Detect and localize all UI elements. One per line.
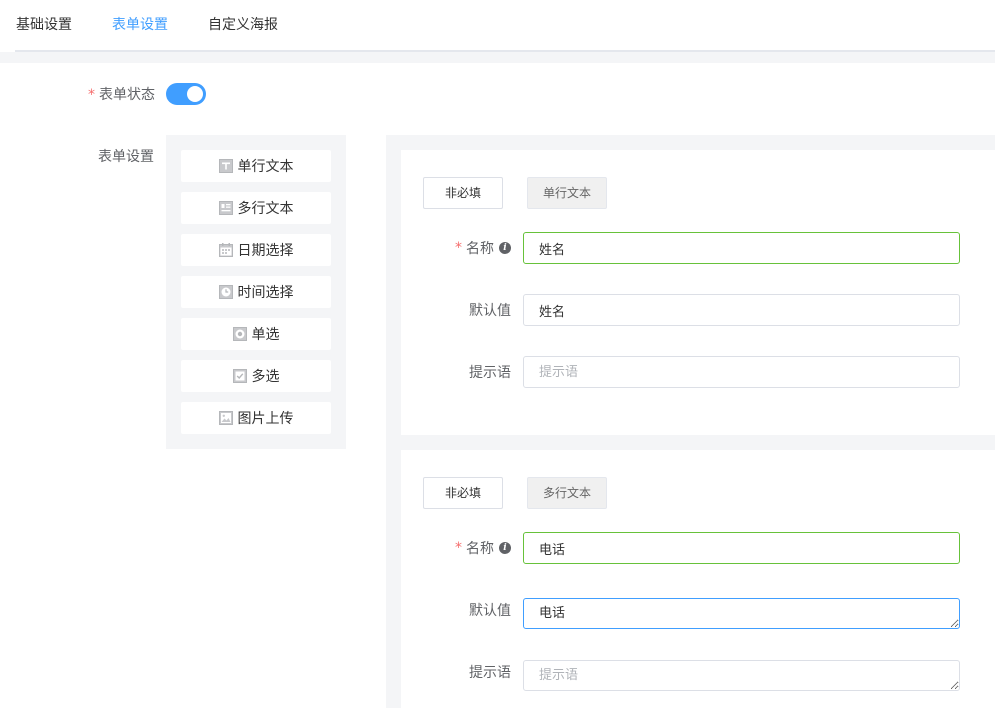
hint-input[interactable]: [523, 356, 960, 388]
palette-item-label: 日期选择: [237, 243, 294, 259]
palette-item-label: 时间选择: [237, 285, 294, 301]
tab-bar: 基础设置 表单设置 自定义海报: [0, 0, 995, 52]
hint-label: 提示语: [469, 665, 511, 681]
field-name-label: * 名称 i: [455, 238, 511, 258]
textarea-icon: [218, 201, 233, 215]
required-toggle-button[interactable]: 非必填: [423, 177, 503, 209]
field-card[interactable]: 非必填 单行文本 *名称 i 默认值 提示语: [401, 150, 995, 435]
field-name-input[interactable]: [523, 232, 960, 264]
field-palette: 单行文本 多行文本 日期选择 时间选择 单选 多选 图片上传: [166, 135, 346, 449]
text-field-icon: [218, 159, 233, 173]
palette-item-image-upload[interactable]: 图片上传: [181, 402, 331, 434]
tab-custom-poster[interactable]: 自定义海报: [208, 0, 278, 52]
required-mark: *: [455, 540, 462, 556]
palette-item-single-line-text[interactable]: 单行文本: [181, 150, 331, 182]
palette-item-label: 多行文本: [237, 201, 294, 217]
palette-item-label: 单选: [251, 327, 280, 343]
field-name-label-text: 名称: [466, 541, 494, 557]
image-icon: [218, 411, 233, 425]
form-canvas: 非必填 单行文本 *名称i 默认值 提示语 非必填 多行文本 *名称i 默认值 …: [386, 135, 995, 708]
info-icon[interactable]: i: [499, 242, 511, 254]
clock-icon: [218, 285, 233, 299]
field-card[interactable]: 非必填 多行文本 *名称 i 默认值 电话 提示语: [401, 450, 995, 708]
form-status-text: 表单状态: [99, 87, 155, 103]
palette-item-checkbox[interactable]: 多选: [181, 360, 331, 392]
required-mark: *: [455, 240, 462, 256]
form-status-label: * 表单状态: [88, 84, 155, 104]
required-toggle-button[interactable]: 非必填: [423, 477, 503, 509]
palette-item-radio[interactable]: 单选: [181, 318, 331, 350]
palette-item-time-picker[interactable]: 时间选择: [181, 276, 331, 308]
default-value-input[interactable]: [523, 294, 960, 326]
palette-item-date-picker[interactable]: 日期选择: [181, 234, 331, 266]
form-settings-label: 表单设置: [98, 149, 154, 165]
palette-item-label: 单行文本: [237, 159, 294, 175]
switch-knob: [187, 86, 203, 102]
palette-item-label: 图片上传: [237, 411, 294, 427]
field-type-tag: 单行文本: [527, 177, 607, 209]
field-name-input[interactable]: [523, 532, 960, 564]
section-divider: [0, 52, 995, 63]
info-icon[interactable]: i: [499, 542, 511, 554]
calendar-icon: [218, 243, 233, 257]
radio-icon: [232, 327, 247, 341]
palette-item-label: 多选: [251, 369, 280, 385]
hint-label: 提示语: [469, 365, 511, 381]
palette-item-multi-line-text[interactable]: 多行文本: [181, 192, 331, 224]
form-status-switch[interactable]: [166, 83, 206, 105]
required-mark: *: [88, 87, 95, 103]
field-name-label-text: 名称: [466, 241, 494, 257]
checkbox-icon: [232, 369, 247, 383]
tab-form-settings[interactable]: 表单设置: [112, 0, 168, 52]
default-value-textarea[interactable]: 电话: [523, 598, 960, 629]
tab-basic-settings[interactable]: 基础设置: [16, 0, 72, 52]
default-value-label: 默认值: [469, 603, 511, 619]
field-name-label: * 名称 i: [455, 538, 511, 558]
default-value-label: 默认值: [469, 303, 511, 319]
hint-textarea[interactable]: [523, 660, 960, 691]
field-type-tag: 多行文本: [527, 477, 607, 509]
